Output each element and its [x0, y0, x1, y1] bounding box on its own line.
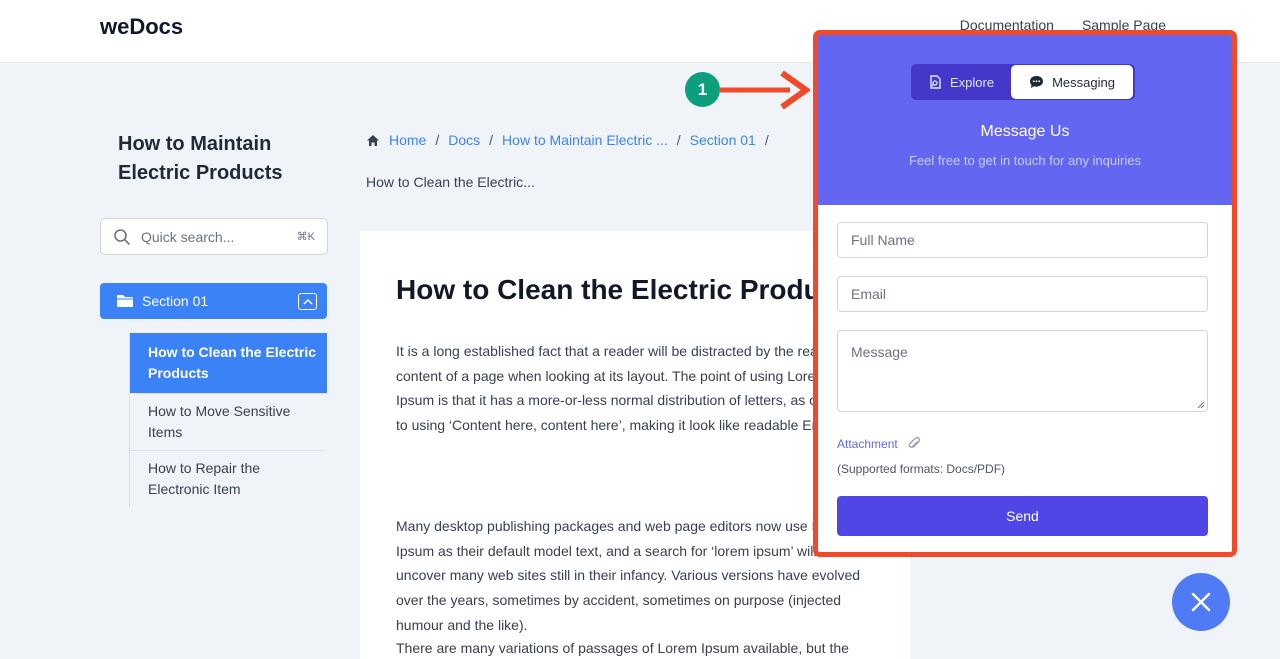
supported-formats-note: (Supported formats: Docs/PDF) [837, 462, 1006, 476]
search-shortcut: ⌘K [296, 231, 315, 243]
home-icon [367, 134, 379, 146]
tab-messaging[interactable]: Messaging [1011, 65, 1133, 99]
section-01-button[interactable]: Section 01 [100, 283, 327, 319]
site-logo[interactable]: weDocs [100, 14, 183, 40]
section-article-list: How to Clean the Electric Products How t… [129, 333, 327, 507]
search-icon [114, 228, 130, 245]
sidebar-item-clean-electric-products[interactable]: How to Clean the Electric Products [130, 333, 327, 394]
email-placeholder: Email [851, 286, 887, 302]
chat-bubble-icon [1030, 76, 1044, 88]
breadcrumb-doc[interactable]: How to Maintain Electric ... [502, 132, 668, 148]
widget-title: Message Us [980, 123, 1070, 140]
article-paragraph: It is a long established fact that a rea… [396, 343, 863, 434]
article-title: How to Clean the Electric Products [396, 274, 862, 305]
section-label: Section 01 [142, 293, 209, 309]
breadcrumb-separator: / [489, 132, 494, 148]
attachment-button[interactable]: Attachment [837, 436, 920, 451]
explore-icon [930, 75, 941, 89]
chevron-up-icon [302, 298, 313, 305]
breadcrumb-docs[interactable]: Docs [448, 132, 480, 148]
folder-icon [117, 295, 133, 307]
sidebar-item-move-sensitive-items[interactable]: How to Move Sensitive Items [130, 394, 327, 451]
breadcrumb-separator: / [764, 132, 769, 148]
search-placeholder: Quick search... [141, 228, 235, 245]
close-icon [1191, 592, 1211, 612]
widget-header: Explore Messaging Message Us Feel free t… [818, 35, 1232, 205]
breadcrumb-separator: / [676, 132, 681, 148]
collapse-toggle[interactable] [298, 292, 317, 310]
email-field[interactable]: Email [837, 276, 1208, 312]
article-paragraph: There are many variations of passages of… [396, 640, 849, 656]
arrow-right-icon [720, 70, 810, 110]
tab-explore[interactable]: Explore [928, 64, 994, 100]
article-paragraph: Many desktop publishing packages and web… [396, 518, 861, 633]
message-textarea[interactable]: Message [837, 330, 1208, 412]
quick-search-input[interactable]: Quick search... ⌘K [100, 218, 328, 255]
paperclip-icon [908, 436, 920, 448]
messaging-widget: Explore Messaging Message Us Feel free t… [813, 30, 1237, 557]
doc-title: How to Maintain Electric Products [118, 133, 283, 184]
widget-tabs: Explore Messaging [911, 64, 1135, 100]
breadcrumb-home[interactable]: Home [389, 132, 426, 148]
tab-messaging-label: Messaging [1052, 74, 1115, 90]
tab-explore-label: Explore [950, 74, 995, 90]
close-widget-button[interactable] [1172, 573, 1230, 631]
message-placeholder: Message [851, 344, 908, 360]
step-badge: 1 [685, 72, 720, 107]
send-button[interactable]: Send [837, 496, 1208, 536]
resize-handle-icon[interactable] [1196, 400, 1205, 409]
breadcrumb-separator: / [435, 132, 440, 148]
breadcrumb-section[interactable]: Section 01 [690, 132, 756, 148]
breadcrumb: Home / Docs / How to Maintain Electric .… [366, 132, 769, 148]
full-name-field[interactable]: Full Name [837, 222, 1208, 258]
breadcrumb-current: How to Clean the Electric... [366, 174, 535, 190]
sidebar-item-repair-electronic-item[interactable]: How to Repair the Electronic Item [130, 451, 327, 507]
full-name-placeholder: Full Name [851, 232, 915, 248]
widget-subtitle: Feel free to get in touch for any inquir… [909, 153, 1141, 168]
attachment-label: Attachment [837, 436, 898, 451]
